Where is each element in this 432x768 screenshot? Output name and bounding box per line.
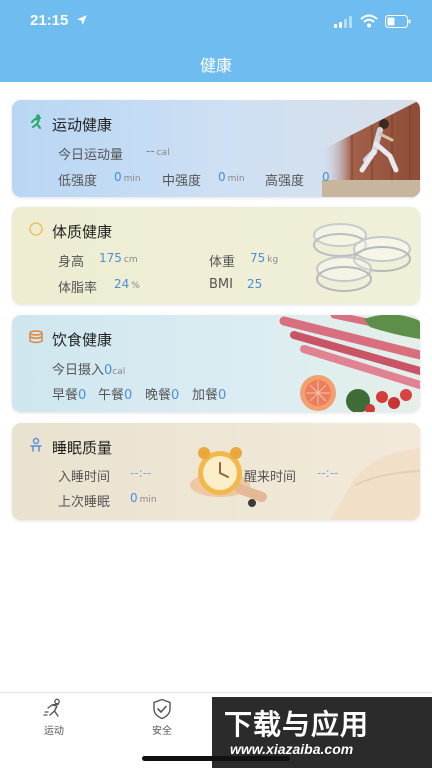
body-figure-icon (29, 222, 43, 236)
mid-intensity-value: 0 min (218, 170, 245, 184)
bedtime-value: --:-- (130, 466, 152, 480)
tab-safety-label: 安全 (152, 726, 172, 737)
weight-value: 75 kg (250, 251, 279, 265)
sport-card-title: 运动健康 (52, 116, 113, 134)
wifi-icon (360, 14, 378, 28)
sleep-figure-icon (30, 437, 42, 452)
petri-dishes-photo (313, 223, 411, 292)
battery-icon (385, 15, 411, 28)
body-card-title: 体质健康 (52, 223, 113, 241)
app-header: 21:15 健康 (0, 0, 432, 82)
body-fat-value: 24% (114, 277, 140, 291)
low-intensity-label: 低强度 (58, 174, 98, 189)
diet-card-title: 饮食健康 (52, 331, 113, 349)
tab-sport[interactable]: 运动 (24, 698, 84, 737)
body-health-card[interactable]: 体质健康 身高 175 cm 体重 75 kg 体脂率 24% BMI 25 (12, 207, 420, 304)
sleep-card-title: 睡眠质量 (52, 439, 113, 457)
watermark-text: 下载与应用 (224, 708, 370, 741)
today-exercise-value: -- cal (146, 144, 170, 158)
height-value: 175 cm (99, 251, 138, 265)
mid-intensity-label: 中强度 (162, 174, 202, 189)
diet-health-card[interactable]: 饮食健康 今日摄入0cal 早餐0 午餐0 晚餐0 加餐0 (12, 315, 420, 412)
wake-time-value: --:-- (317, 466, 339, 480)
high-intensity-value: 0 (322, 170, 330, 184)
running-person-icon (31, 114, 41, 129)
bedtime-label: 入睡时间 (58, 470, 111, 485)
height-label: 身高 (58, 255, 85, 270)
rhubarb-fruit-photo (279, 315, 420, 412)
lunch-item: 午餐0 (98, 388, 133, 403)
last-sleep-label: 上次睡眠 (58, 495, 111, 510)
sleep-quality-card[interactable]: 睡眠质量 入睡时间 --:-- 醒来时间 --:-- 上次睡眠 0 min (12, 423, 420, 520)
dinner-item: 晚餐0 (145, 388, 180, 403)
status-time: 21:15 (30, 12, 69, 29)
today-intake-label: 今日摄入0cal (52, 363, 126, 378)
tab-sport-label: 运动 (44, 726, 64, 737)
wake-time-label: 醒来时间 (244, 470, 297, 485)
cellular-signal-icon (334, 16, 352, 28)
high-intensity-label: 高强度 (265, 174, 305, 189)
last-sleep-value: 0 min (130, 491, 157, 505)
runner-photo (322, 100, 420, 197)
location-arrow-icon (77, 15, 87, 25)
alarm-clock-photo (190, 447, 420, 520)
body-fat-label: 体脂率 (58, 281, 98, 296)
low-intensity-value: 0 min (114, 170, 141, 184)
extra-meal-item: 加餐0 (192, 388, 227, 403)
shield-check-icon (153, 698, 171, 720)
sport-health-card[interactable]: 运动健康 今日运动量 -- cal 低强度 0 min 中强度 0 min 高强度 0 (12, 100, 420, 197)
weight-label: 体重 (209, 255, 236, 270)
status-bar: 21:15 (0, 0, 432, 44)
watermark-url: www.xiazaiba.com (230, 741, 354, 757)
bmi-label: BMI (209, 277, 233, 292)
today-exercise-label: 今日运动量 (58, 148, 124, 163)
food-bowl-icon (29, 330, 43, 344)
bmi-value: 25 (247, 277, 263, 291)
page-title: 健康 (199, 56, 232, 75)
home-indicator (142, 756, 290, 761)
tab-safety[interactable]: 安全 (132, 698, 192, 737)
breakfast-item: 早餐0 (52, 388, 87, 403)
running-icon (43, 698, 60, 717)
